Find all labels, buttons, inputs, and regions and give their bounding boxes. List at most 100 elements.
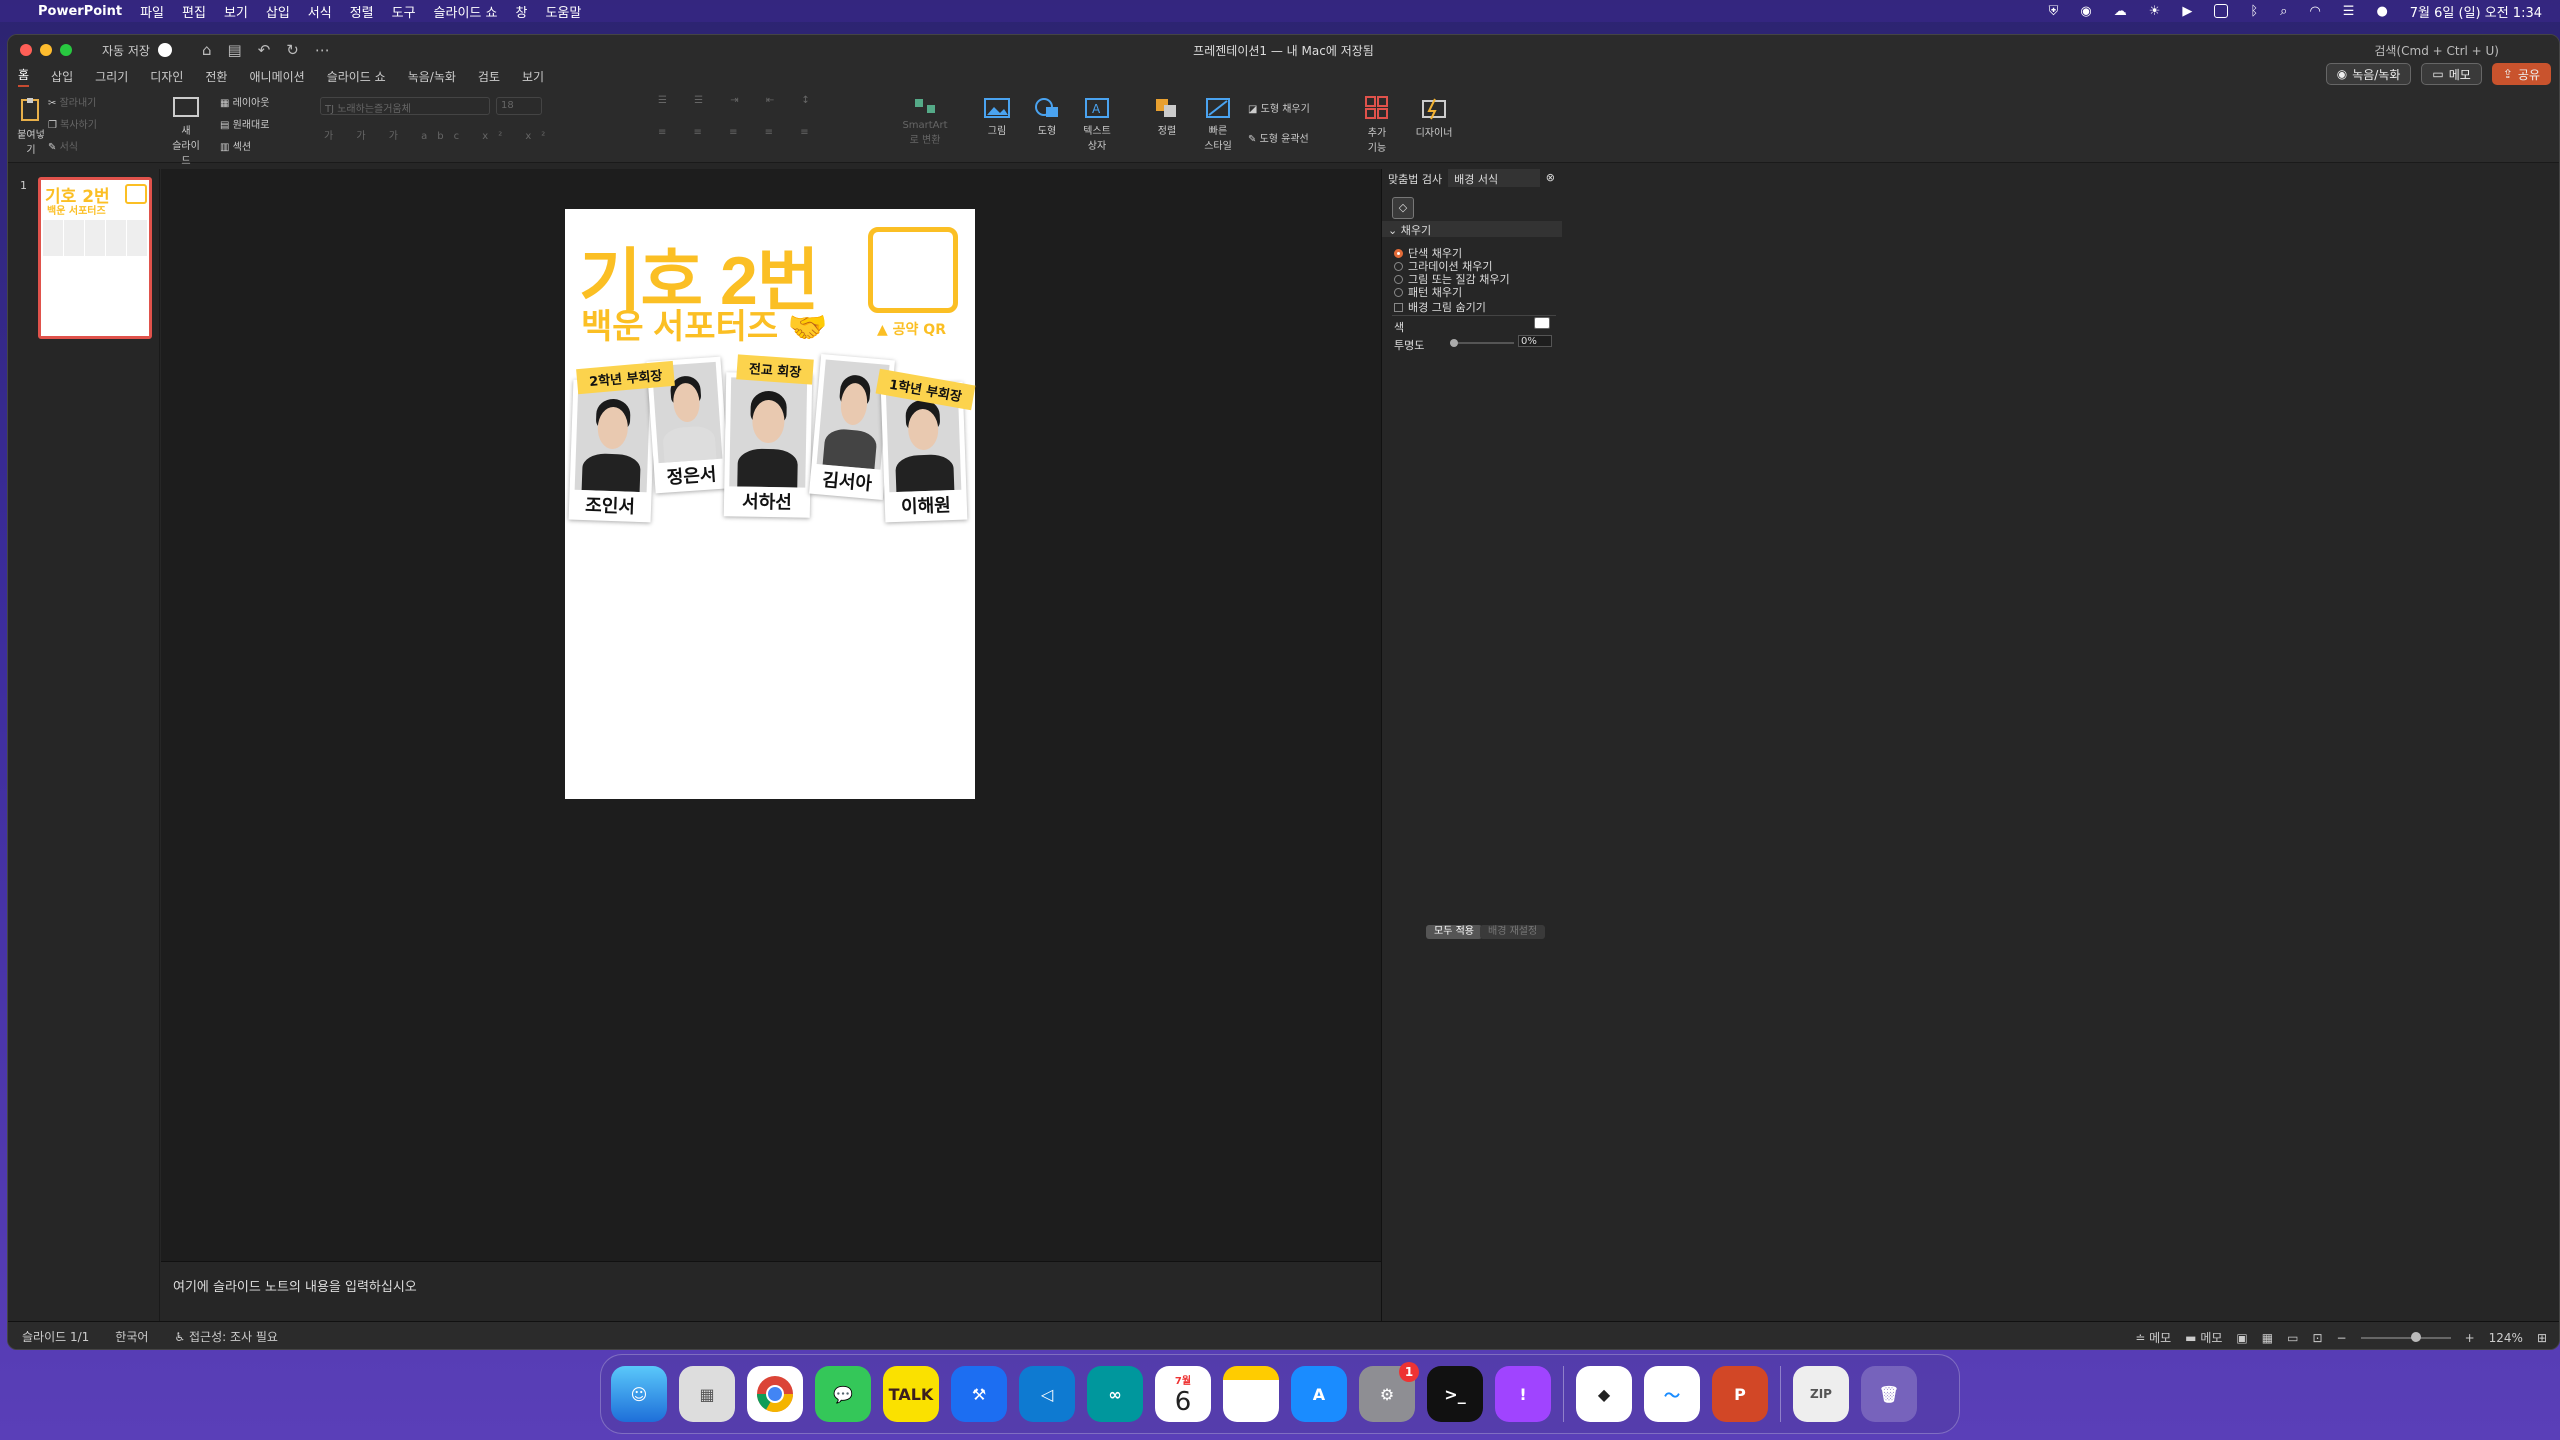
menu-arrange[interactable]: 정렬 [350,2,374,21]
paste-button[interactable]: 붙여넣기 [16,97,46,156]
designer-button[interactable]: 디자이너 [1412,97,1456,139]
shape-outline-button[interactable]: ✎ 도형 윤곽선 [1248,125,1310,155]
slide-sorter-icon[interactable]: ▦ [2262,1331,2273,1345]
redo-icon[interactable]: ↻ [286,41,299,59]
menu-tools[interactable]: 도구 [392,2,416,21]
arduino-icon[interactable]: ∞ [1087,1366,1143,1422]
search-icon[interactable]: ⌕ [2280,4,2287,19]
chrome-icon[interactable] [747,1366,803,1422]
notes-app-icon[interactable] [1223,1366,1279,1422]
color-picker-button[interactable] [1534,317,1550,329]
arrange-button[interactable]: 정렬 [1150,97,1184,137]
autosave-switch[interactable] [157,43,172,57]
normal-view-icon[interactable]: ▣ [2236,1331,2247,1345]
save-icon[interactable]: ▤ [228,41,242,59]
zoom-slider-thumb[interactable] [2410,1331,2421,1342]
menu-window[interactable]: 창 [515,2,527,21]
terminal-icon[interactable]: >_ [1427,1366,1483,1422]
home-icon[interactable]: ⌂ [202,41,212,59]
inkscape-icon[interactable]: ◆ [1576,1366,1632,1422]
share-button[interactable]: ⇪ 공유 [2491,63,2551,85]
paragraph-buttons[interactable]: ☰ ☰ ⇥ ⇤ ↕ [658,95,822,106]
transparency-input[interactable]: 0% [1518,335,1552,347]
new-slide-button[interactable]: 새 슬라이드 [168,95,204,167]
play-icon[interactable]: ▶ [2182,4,2192,19]
app-store-icon[interactable]: A [1291,1366,1347,1422]
tab-draw[interactable]: 그리기 [95,68,128,85]
reading-view-icon[interactable]: ▭ [2287,1331,2298,1345]
shape-fill-button[interactable]: ◪ 도형 채우기 [1248,95,1310,125]
record-button[interactable]: ◉ 녹음/녹화 [2325,63,2412,85]
zoom-in-icon[interactable]: + [2465,1331,2475,1345]
slide-thumbnail[interactable]: 기호 2번 백운 서포터즈 [38,177,152,339]
section-button[interactable]: ▥ 섹션 [220,137,269,159]
zoom-level[interactable]: 124% [2489,1331,2523,1345]
comment-button[interactable]: ▭ 메모 [2421,63,2482,85]
notes-toggle[interactable]: ≐ 메모 [2135,1329,2171,1346]
xcode-icon[interactable]: ⚒ [951,1366,1007,1422]
zoom-button[interactable] [60,44,72,56]
tab-format-background[interactable]: 배경 서식 [1448,169,1540,187]
radio-pattern-fill[interactable]: 패턴 채우기 [1394,284,1462,300]
feedback-icon[interactable]: ! [1495,1366,1551,1422]
finder-icon[interactable]: ☺ [611,1366,667,1422]
system-settings-icon[interactable]: ⚙ 1 [1359,1362,1419,1422]
menu-help[interactable]: 도움말 [545,2,581,21]
fill-icon[interactable]: ◇ [1392,197,1414,219]
freeform-icon[interactable]: 〜 [1644,1366,1700,1422]
autosave-toggle[interactable]: 자동 저장 [102,42,172,59]
brightness-icon[interactable]: ☀ [2149,4,2161,19]
transparency-slider[interactable] [1450,339,1514,347]
cut-button[interactable]: ✂ 잘라내기 [48,93,97,115]
addins-button[interactable]: 추가 기능 [1362,95,1392,154]
powerpoint-icon[interactable]: P [1712,1366,1768,1422]
shield-icon[interactable]: ⛨ [2049,4,2059,19]
undo-icon[interactable]: ↶ [258,41,271,59]
photo-card-1[interactable]: 조인서 [568,379,656,523]
reset-button[interactable]: ▤ 원래대로 [220,115,269,137]
tape-label-2[interactable]: 전교 회장 [736,354,815,385]
font-size-select[interactable]: 18 [496,97,542,115]
tab-slideshow[interactable]: 슬라이드 쇼 [327,68,386,85]
hide-bg-checkbox[interactable]: 배경 그림 숨기기 [1394,299,1486,315]
slideshow-view-icon[interactable]: ⊡ [2312,1331,2322,1345]
minimize-button[interactable] [40,44,52,56]
pane-close-icon[interactable]: ⊗ [1540,169,1561,187]
qr-label[interactable]: ▲ 공약 QR [877,319,946,339]
menu-file[interactable]: 파일 [140,2,164,21]
input-icon[interactable] [2214,4,2229,18]
reset-background-button[interactable]: 배경 재설정 [1480,925,1546,939]
transparency-slider-thumb[interactable] [1450,339,1458,347]
messages-icon[interactable]: 💬 [815,1366,871,1422]
layout-button[interactable]: ▦ 레이아웃 [220,93,269,115]
menu-format[interactable]: 서식 [308,2,332,21]
format-painter-button[interactable]: ✎ 서식 [48,137,97,159]
quick-styles-button[interactable]: 빠른 스타일 [1200,97,1236,152]
tab-spellcheck[interactable]: 맞춤법 검사 [1382,169,1448,187]
close-button[interactable] [20,44,32,56]
slide[interactable]: 기호 2번 백운 서포터즈 🤝 ▲ 공약 QR 조인서 정은서 서하선 김서아 [565,209,976,799]
accessibility-status[interactable]: ♿ 접근성: 조사 필요 [174,1328,278,1345]
zip-file-icon[interactable]: ZIP [1793,1366,1849,1422]
qr-box[interactable] [868,227,958,313]
wifi-icon[interactable]: ◠ [2309,4,2320,19]
trash-icon[interactable]: 🗑 [1861,1366,1917,1422]
tab-animations[interactable]: 애니메이션 [249,68,304,85]
comments-toggle[interactable]: ▬ 메모 [2185,1329,2222,1346]
menu-insert[interactable]: 삽입 [266,2,290,21]
tab-home[interactable]: 홈 [18,66,30,87]
record-icon[interactable]: ◉ [2080,4,2091,19]
zoom-slider[interactable] [2360,1331,2451,1342]
smartart-button[interactable]: SmartArt 로 변환 [898,95,952,146]
more-icon[interactable]: ⋯ [315,41,330,59]
tab-transitions[interactable]: 전환 [205,68,227,85]
font-family-select[interactable]: TJ 노래하는즐거움체 [320,97,490,115]
launchpad-icon[interactable]: ▦ [679,1366,735,1422]
menu-edit[interactable]: 편집 [182,2,206,21]
picture-button[interactable]: 그림 [980,97,1014,137]
control-center-icon[interactable]: ☰ [2343,4,2355,19]
notes-field[interactable]: 여기에 슬라이드 노트의 내용을 입력하십시오 [161,1261,1381,1321]
menu-clock[interactable]: 7월 6일 (일) 오전 1:34 [2410,2,2542,21]
fill-section-header[interactable]: ⌄ 채우기 [1382,221,1562,237]
textbox-button[interactable]: A 텍스트 상자 [1080,97,1114,152]
